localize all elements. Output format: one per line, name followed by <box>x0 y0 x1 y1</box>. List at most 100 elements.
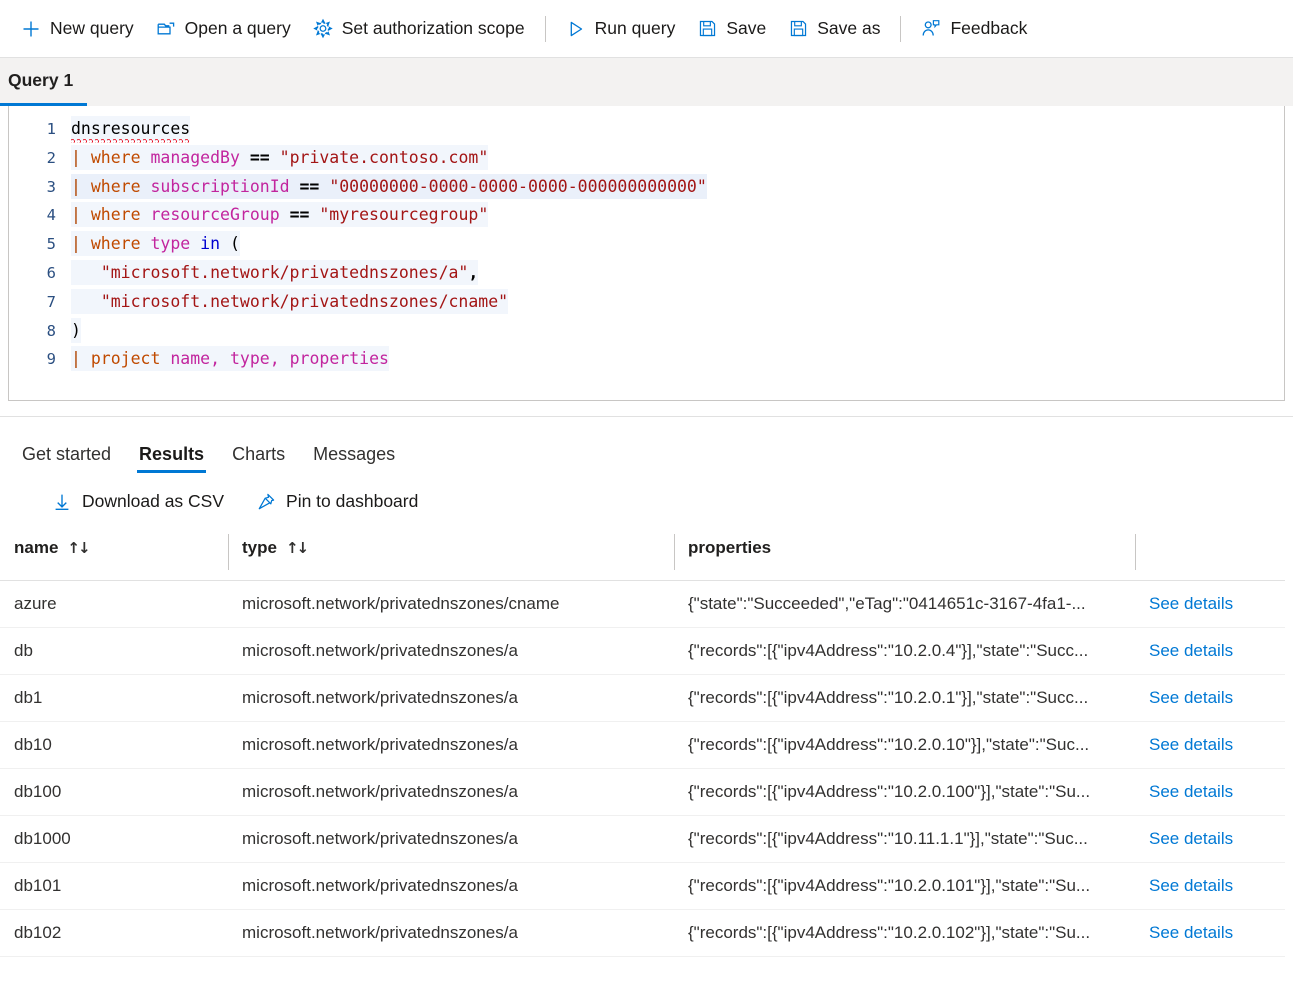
code-line[interactable]: 4 | where resourceGroup == "myresourcegr… <box>9 201 1284 230</box>
token-column-properties: properties <box>289 349 389 369</box>
results-table-body: azure microsoft.network/privatednszones/… <box>0 580 1285 957</box>
editor-results-divider <box>0 401 1293 417</box>
token-string-type-cname: "microsoft.network/privatednszones/cname… <box>100 291 509 311</box>
set-authorization-scope-label: Set authorization scope <box>341 18 525 38</box>
code-line[interactable]: 8 ) <box>9 317 1284 346</box>
code-text: | where subscriptionId == "00000000-0000… <box>71 173 707 202</box>
download-as-csv-button[interactable]: Download as CSV <box>40 485 236 518</box>
token-pipe: | <box>71 205 81 225</box>
code-text: | where managedBy == "private.contoso.co… <box>71 144 489 173</box>
pin-icon <box>256 492 276 512</box>
line-number: 5 <box>46 235 56 254</box>
see-details-link[interactable]: See details <box>1149 641 1233 660</box>
column-header-name[interactable]: name ↑↓ <box>0 530 228 581</box>
cell-name: db100 <box>0 768 228 816</box>
code-line[interactable]: 2 | where managedBy == "private.contoso.… <box>9 144 1284 173</box>
code-text: | project name, type, properties <box>71 345 389 374</box>
save-as-button[interactable]: Save as <box>777 9 891 49</box>
cell-type: microsoft.network/privatednszones/a <box>228 815 674 863</box>
table-row[interactable]: db1 microsoft.network/privatednszones/a … <box>0 674 1285 722</box>
table-row[interactable]: db microsoft.network/privatednszones/a {… <box>0 627 1285 675</box>
cell-type: microsoft.network/privatednszones/a <box>228 627 674 675</box>
see-details-link[interactable]: See details <box>1149 876 1233 895</box>
see-details-link[interactable]: See details <box>1149 923 1233 942</box>
code-line[interactable]: 3 | where subscriptionId == "00000000-00… <box>9 173 1284 202</box>
token-pipe: | <box>71 234 81 254</box>
token-keyword-where: where <box>90 234 141 254</box>
code-line[interactable]: 9 | project name, type, properties <box>9 345 1284 374</box>
set-authorization-scope-button[interactable]: Set authorization scope <box>302 9 536 49</box>
tab-get-started[interactable]: Get started <box>8 445 125 473</box>
token-column-type: type <box>150 234 191 254</box>
table-row[interactable]: azure microsoft.network/privatednszones/… <box>0 580 1285 628</box>
column-header-type[interactable]: type ↑↓ <box>228 530 674 581</box>
table-row[interactable]: db10 microsoft.network/privatednszones/a… <box>0 721 1285 769</box>
results-table-container: name ↑↓ type ↑↓ properties azure microso… <box>0 530 1293 961</box>
table-row[interactable]: db102 microsoft.network/privatednszones/… <box>0 909 1285 957</box>
code-line[interactable]: 5 | where type in ( <box>9 230 1284 259</box>
cell-name: db1000 <box>0 815 228 863</box>
tab-charts[interactable]: Charts <box>218 445 299 473</box>
tab-results[interactable]: Results <box>125 445 218 473</box>
see-details-link[interactable]: See details <box>1149 829 1233 848</box>
token-pipe: | <box>71 147 81 167</box>
cell-properties: {"records":[{"ipv4Address":"10.2.0.100"}… <box>674 768 1135 816</box>
table-row[interactable]: db101 microsoft.network/privatednszones/… <box>0 862 1285 910</box>
download-arrow-icon <box>52 492 72 512</box>
code-line[interactable]: 1 dnsresources <box>9 115 1284 144</box>
toolbar-divider-2 <box>900 15 902 42</box>
pin-to-dashboard-label: Pin to dashboard <box>286 491 419 511</box>
token-pipe: | <box>71 349 81 369</box>
token-column-resourcegroup: resourceGroup <box>150 205 280 225</box>
results-table-head: name ↑↓ type ↑↓ properties <box>0 530 1285 581</box>
code-line[interactable]: 6 "microsoft.network/privatednszones/a", <box>9 259 1284 288</box>
token-keyword-where: where <box>90 147 141 167</box>
cell-type: microsoft.network/privatednszones/a <box>228 721 674 769</box>
table-row[interactable]: db1000 microsoft.network/privatednszones… <box>0 815 1285 863</box>
cell-name: azure <box>0 580 228 628</box>
code-line[interactable]: 7 "microsoft.network/privatednszones/cna… <box>9 288 1284 317</box>
results-table-scroll[interactable]: name ↑↓ type ↑↓ properties azure microso… <box>0 530 1285 961</box>
save-button[interactable]: Save <box>686 9 777 49</box>
sort-icon[interactable]: ↑↓ <box>286 539 309 557</box>
tab-messages-label: Messages <box>313 444 396 464</box>
gear-icon <box>312 18 333 39</box>
query-tab-query-1[interactable]: Query 1 <box>0 58 88 106</box>
run-query-button[interactable]: Run query <box>555 9 687 49</box>
see-details-link[interactable]: See details <box>1149 782 1233 801</box>
line-number: 2 <box>46 148 56 167</box>
open-query-button[interactable]: Open a query <box>145 9 302 49</box>
cell-actions: See details <box>1135 862 1285 910</box>
token-string-subscriptionid: "00000000-0000-0000-0000-000000000000" <box>329 176 707 196</box>
cell-type: microsoft.network/privatednszones/a <box>228 674 674 722</box>
cell-properties: {"records":[{"ipv4Address":"10.2.0.10"}]… <box>674 721 1135 769</box>
tab-messages[interactable]: Messages <box>299 445 409 473</box>
token-comma: , <box>468 262 479 282</box>
cell-actions: See details <box>1135 909 1285 957</box>
cell-name: db101 <box>0 862 228 910</box>
column-header-properties[interactable]: properties <box>674 530 1135 581</box>
see-details-link[interactable]: See details <box>1149 735 1233 754</box>
feedback-button[interactable]: Feedback <box>910 9 1038 49</box>
folder-open-icon <box>156 19 176 39</box>
token-column-subscriptionid: subscriptionId <box>150 176 290 196</box>
see-details-link[interactable]: See details <box>1149 594 1233 613</box>
line-number: 9 <box>46 350 56 369</box>
new-query-button[interactable]: New query <box>10 9 145 49</box>
cell-type: microsoft.network/privatednszones/cname <box>228 580 674 628</box>
pin-to-dashboard-button[interactable]: Pin to dashboard <box>244 485 430 518</box>
open-query-label: Open a query <box>184 18 291 38</box>
token-comma: , <box>269 349 280 369</box>
main-toolbar: New query Open a query Set authorization <box>0 0 1293 58</box>
tab-get-started-label: Get started <box>22 444 112 464</box>
token-keyword-where: where <box>90 205 141 225</box>
query-editor-content[interactable]: 1 dnsresources 2 | where managedBy == "p… <box>9 106 1284 374</box>
column-header-name-label: name <box>14 538 59 557</box>
download-as-csv-label: Download as CSV <box>82 491 225 511</box>
query-editor[interactable]: 1 dnsresources 2 | where managedBy == "p… <box>8 106 1285 401</box>
save-as-icon <box>788 19 808 39</box>
table-row[interactable]: db100 microsoft.network/privatednszones/… <box>0 768 1285 816</box>
see-details-link[interactable]: See details <box>1149 688 1233 707</box>
token-string-resourcegroup: "myresourcegroup" <box>319 205 489 225</box>
sort-icon[interactable]: ↑↓ <box>67 539 90 557</box>
